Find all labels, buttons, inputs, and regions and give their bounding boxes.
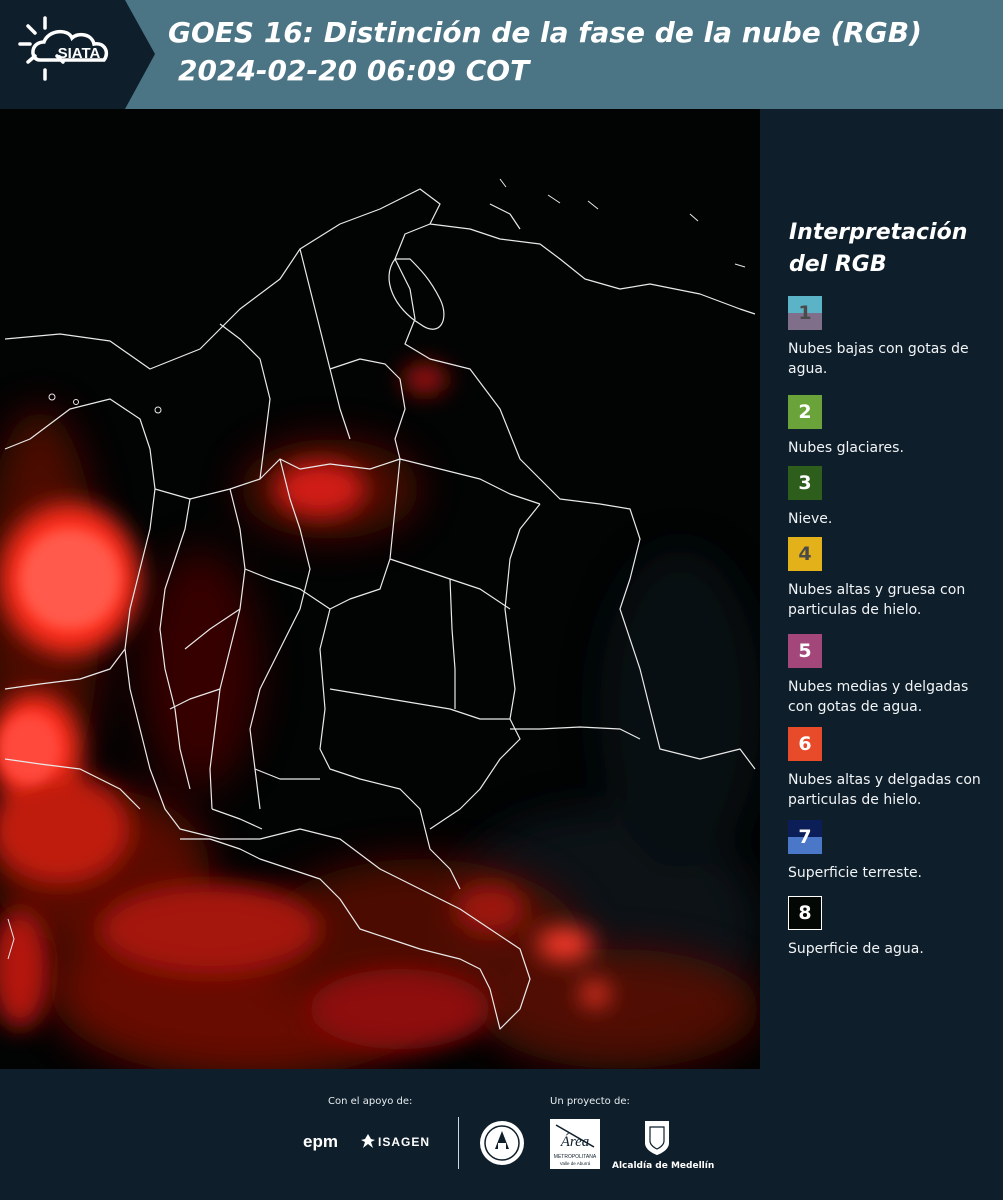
legend-swatch-2: 2 <box>788 395 822 429</box>
title-line-1: GOES 16: Distinción de la fase de la nub… <box>168 16 922 49</box>
legend-description: Nubes bajas con gotas de agua. <box>788 341 969 377</box>
legend-number: 1 <box>798 302 812 324</box>
legend-swatch-4: 4 <box>788 537 822 571</box>
header-bar: SIATA GOES 16: Distinción de la fase de … <box>0 0 1003 109</box>
legend-number: 7 <box>798 826 812 848</box>
legend-description: Nubes altas y gruesa con particulas de h… <box>788 582 966 618</box>
legend-number: 3 <box>798 472 812 494</box>
legend-item-7: 7 Superficie terreste. <box>788 820 988 883</box>
footer-divider <box>458 1117 459 1169</box>
legend-item-2: 2 Nubes glaciares. <box>788 395 988 458</box>
legend-item-5: 5 Nubes medias y delgadas con gotas de ag… <box>788 634 988 717</box>
alcaldia-shield-icon <box>645 1121 669 1155</box>
legend-swatch-8: 8 <box>788 896 822 930</box>
footer-bar: Con el apoyo de: Un proyecto de: epm ISA… <box>0 1069 1003 1200</box>
area-name: Área <box>560 1133 590 1150</box>
legend-title-line-1: Interpretación <box>789 220 968 245</box>
legend-item-1: 1 Nubes bajas con gotas de agua. <box>788 296 988 379</box>
logo-block: SIATA <box>0 0 155 109</box>
isagen-logo: ISAGEN <box>378 1135 431 1149</box>
legend-description: Nubes altas y delgadas con particulas de… <box>788 772 981 808</box>
legend-description: Superficie de agua. <box>788 941 924 957</box>
title-line-2: 2024-02-20 06:09 COT <box>178 54 530 87</box>
isagen-icon <box>361 1134 375 1148</box>
legend-description: Nubes glaciares. <box>788 440 904 456</box>
legend-description: Nieve. <box>788 511 833 527</box>
legend-panel: Interpretación del RGB 1 Nubes bajas con … <box>760 109 1003 1069</box>
legend-item-4: 4 Nubes altas y gruesa con particulas de … <box>788 537 988 620</box>
page-title: GOES 16: Distinción de la fase de la nub… <box>168 14 922 90</box>
epm-logo: epm <box>303 1132 338 1151</box>
legend-swatch-3: 3 <box>788 466 822 500</box>
legend-title-line-2: del RGB <box>789 252 887 277</box>
legend-item-3: 3 Nieve. <box>788 466 988 529</box>
legend-description: Nubes medias y delgadas con gotas de agu… <box>788 679 969 715</box>
area-sub: METROPOLITANA <box>554 1154 597 1160</box>
university-seal-icon <box>480 1121 524 1165</box>
legend-item-8: 8 Superficie de agua. <box>788 896 988 959</box>
alcaldia-label: Alcaldía de Medellín <box>612 1161 715 1171</box>
support-label: Con el apoyo de: <box>328 1096 413 1107</box>
legend-swatch-5: 5 <box>788 634 822 668</box>
legend-number: 4 <box>798 543 812 565</box>
legend-item-6: 6 Nubes altas y delgadas con particulas d… <box>788 727 988 810</box>
legend-number: 5 <box>798 640 812 662</box>
satellite-map <box>0 109 760 1069</box>
legend-swatch-6: 6 <box>788 727 822 761</box>
project-label: Un proyecto de: <box>550 1096 630 1107</box>
area-metropolitana-logo: Área METROPOLITANA Valle de Aburrá <box>550 1119 600 1169</box>
legend-title: Interpretación del RGB <box>789 217 989 281</box>
siata-logo-text: SIATA <box>58 45 101 62</box>
legend-number: 2 <box>798 401 812 423</box>
legend-description: Superficie terreste. <box>788 865 923 881</box>
legend-number: 6 <box>798 733 812 755</box>
map-canvas <box>0 109 760 1069</box>
legend-number: 8 <box>798 902 812 924</box>
legend-swatch-1: 1 <box>788 296 822 330</box>
area-sub-2: Valle de Aburrá <box>560 1161 591 1166</box>
legend-swatch-7: 7 <box>788 820 822 854</box>
